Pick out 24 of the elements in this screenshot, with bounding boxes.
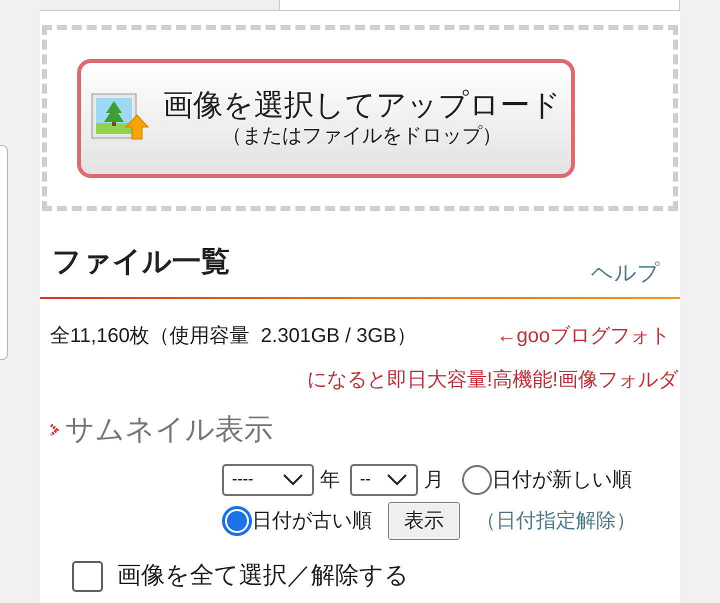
month-select[interactable]: -- <box>350 464 418 496</box>
promo-link[interactable]: になると即日大容量!高機能!画像フォルダ <box>306 364 678 394</box>
help-link[interactable]: ヘルプ <box>591 256 660 288</box>
year-select[interactable]: ---- <box>222 464 314 496</box>
radio-button[interactable] <box>222 506 252 536</box>
section-heading: ファイル一覧 <box>52 245 230 280</box>
upload-title: 画像を選択してアップロード <box>163 88 561 124</box>
chevron-down-icon <box>386 474 408 486</box>
show-button[interactable]: 表示 <box>388 502 460 540</box>
clear-date-link[interactable]: （日付指定解除） <box>476 506 636 536</box>
year-label: 年 <box>320 468 340 493</box>
upload-subtitle: （またはファイルをドロップ） <box>222 124 502 150</box>
chevron-down-icon <box>282 474 304 486</box>
radio-button[interactable] <box>462 465 492 495</box>
checkbox[interactable] <box>72 560 103 592</box>
promo-link[interactable]: ←gooブログフォト <box>496 320 670 350</box>
radio-label: 日付が新しい順 <box>492 468 632 493</box>
month-label: 月 <box>424 468 444 493</box>
chevron-right-icon <box>50 424 59 436</box>
select-all-label: 画像を全て選択／解除する <box>117 561 409 591</box>
usage-summary: 全11,160枚（使用容量 2.301GB / 3GB） <box>50 324 416 348</box>
radio-label: 日付が古い順 <box>252 509 372 534</box>
upload-button[interactable]: 画像を選択してアップロード （またはファイルをドロップ） <box>77 58 575 178</box>
thumbnail-toggle[interactable]: サムネイル表示 <box>65 408 273 452</box>
